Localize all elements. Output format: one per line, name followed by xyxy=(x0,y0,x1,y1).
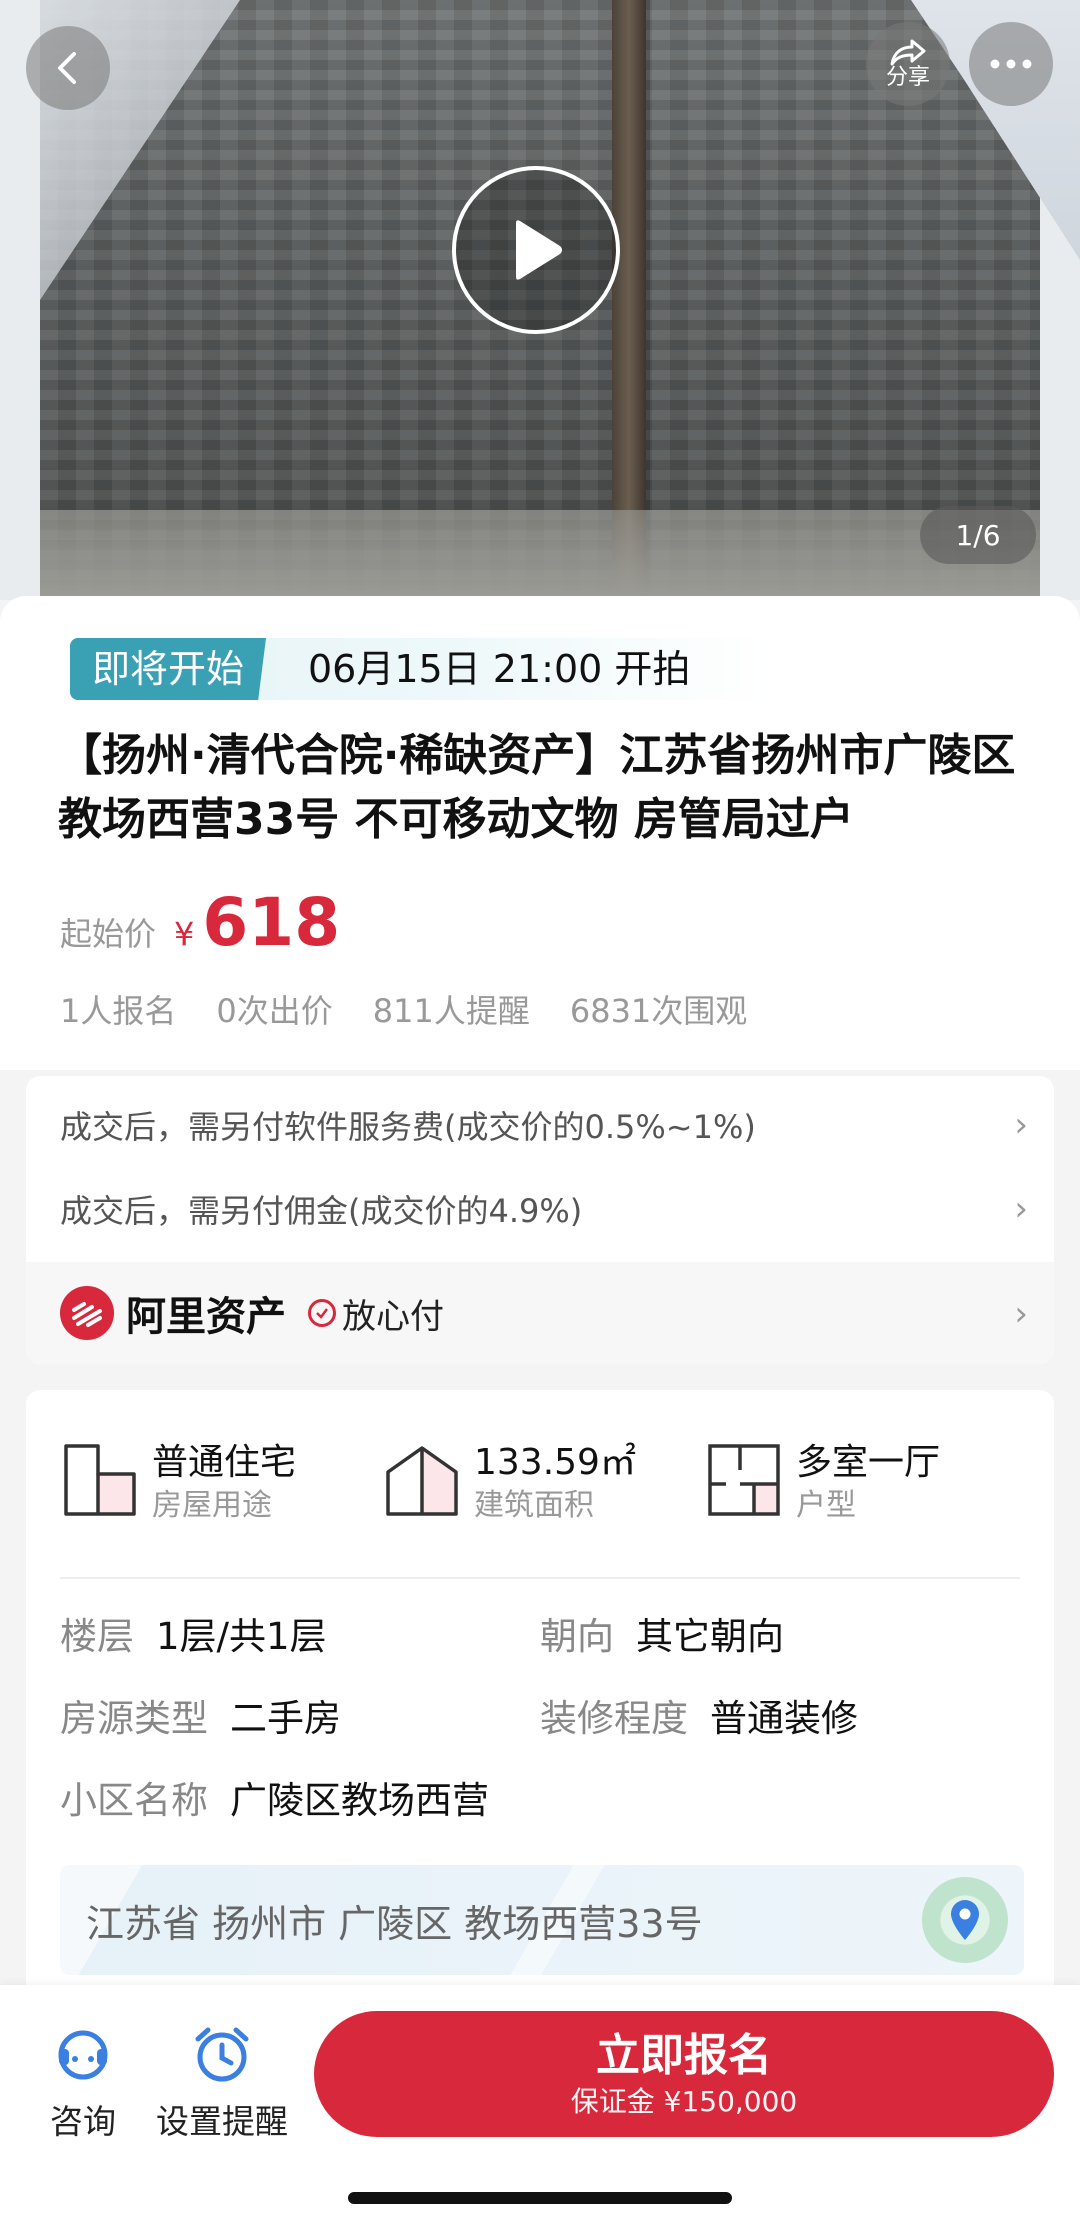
attr-decoration: 装修程度 普通装修 xyxy=(540,1694,858,1744)
attr-value: 二手房 xyxy=(230,1697,341,1740)
currency-symbol: ¥ xyxy=(174,915,195,953)
secure-pay-tag: 放心付 xyxy=(342,1296,444,1337)
address-text: 江苏省 扬州市 广陵区 教场西营33号 xyxy=(86,1901,703,1946)
feature-value: 多室一厅 xyxy=(796,1442,941,1483)
listing-title: 【扬州·清代合院·稀缺资产】江苏省扬州市广陵区教场西营33号 不可移动文物 房管… xyxy=(58,730,1016,845)
attr-key: 房源类型 xyxy=(60,1697,208,1740)
back-button[interactable] xyxy=(26,26,110,110)
photo-counter: 1/6 xyxy=(920,506,1036,564)
feature-usage: 普通住宅 房屋用途 xyxy=(60,1440,296,1540)
alarm-clock-icon xyxy=(195,2027,249,2082)
stat-bids: 0次出价 xyxy=(216,992,333,1030)
auction-status-row: 即将开始 06月15日 21:00 开拍 xyxy=(70,638,770,700)
divider xyxy=(60,1577,1020,1579)
share-label: 分享 xyxy=(885,65,930,90)
auction-start-time: 06月15日 21:00 开拍 xyxy=(308,647,691,691)
ali-assets-logo-icon xyxy=(60,1286,114,1340)
headset-icon xyxy=(58,2030,108,2080)
feature-value: 133.59㎡ xyxy=(474,1442,636,1483)
more-icon xyxy=(990,59,1032,69)
attr-community: 小区名称 广陵区教场西营 xyxy=(60,1776,489,1826)
chevron-right-icon: › xyxy=(1014,1294,1028,1334)
ali-assets-row[interactable]: 阿里资产 放心付 › xyxy=(26,1262,1054,1364)
price-label: 起始价 xyxy=(60,915,157,953)
consult-label: 咨询 xyxy=(50,2102,116,2141)
chevron-right-icon: › xyxy=(1014,1105,1028,1145)
stat-registrations: 1人报名 xyxy=(60,992,177,1030)
consult-button[interactable]: 咨询 xyxy=(50,2025,116,2143)
share-icon xyxy=(890,39,926,66)
starting-price-row: 起始价 ¥ 618 xyxy=(60,884,340,964)
property-details-card: 普通住宅 房屋用途 133.59㎡ 建筑面积 多室一厅 户型 楼层 1层/共1层 … xyxy=(26,1390,1054,2000)
attr-value: 普通装修 xyxy=(710,1697,858,1740)
ali-assets-brand: 阿里资产 xyxy=(126,1294,286,1340)
attr-floor: 楼层 1层/共1层 xyxy=(60,1612,327,1662)
play-icon xyxy=(516,220,562,280)
deposit-amount: 保证金 ¥150,000 xyxy=(570,2085,798,2118)
building-icon xyxy=(64,1444,136,1516)
check-circle-icon xyxy=(308,1299,336,1327)
stat-reminders: 811人提醒 xyxy=(372,992,530,1030)
chevron-right-icon: › xyxy=(1014,1189,1028,1229)
commission-text: 成交后，需另付佣金(成交价的4.9%) xyxy=(60,1192,583,1230)
hero-media[interactable]: 分享 1/6 xyxy=(0,0,1080,600)
attr-value: 1层/共1层 xyxy=(156,1615,327,1658)
reminder-label: 设置提醒 xyxy=(156,2102,288,2141)
feature-value: 普通住宅 xyxy=(152,1442,297,1483)
status-badge: 即将开始 xyxy=(70,638,267,700)
set-reminder-button[interactable]: 设置提醒 xyxy=(156,2025,288,2143)
attr-key: 装修程度 xyxy=(540,1697,688,1740)
attr-listing-type: 房源类型 二手房 xyxy=(60,1694,341,1744)
attr-key: 楼层 xyxy=(60,1615,134,1658)
register-label: 立即报名 xyxy=(596,2030,772,2081)
service-fee-row[interactable]: 成交后，需另付软件服务费(成交价的0.5%~1%) › xyxy=(60,1090,1028,1160)
photo-ground xyxy=(40,510,1040,600)
feature-area: 133.59㎡ 建筑面积 xyxy=(382,1440,636,1540)
auction-info-card: 即将开始 06月15日 21:00 开拍 【扬州·清代合院·稀缺资产】江苏省扬州… xyxy=(0,596,1080,1070)
attr-value: 广陵区教场西营 xyxy=(230,1779,489,1822)
auction-stats: 1人报名 0次出价 811人提醒 6831次围观 xyxy=(60,986,787,1032)
stat-views: 6831次围观 xyxy=(569,992,748,1030)
feature-label: 房屋用途 xyxy=(152,1488,272,1523)
commission-row[interactable]: 成交后，需另付佣金(成交价的4.9%) › xyxy=(60,1174,1028,1244)
feature-layout: 多室一厅 户型 xyxy=(704,1440,940,1540)
more-button[interactable] xyxy=(969,22,1053,106)
house-icon xyxy=(386,1446,458,1516)
home-indicator xyxy=(348,2192,732,2204)
bottom-action-bar: 咨询 设置提醒 立即报名 保证金 ¥150,000 xyxy=(0,1985,1080,2223)
share-button[interactable]: 分享 xyxy=(866,22,950,106)
attr-key: 朝向 xyxy=(540,1615,614,1658)
service-fee-text: 成交后，需另付软件服务费(成交价的0.5%~1%) xyxy=(60,1108,756,1146)
back-arrow-icon xyxy=(58,52,76,84)
floorplan-icon xyxy=(708,1444,780,1516)
starting-price: 618 xyxy=(202,884,341,961)
fees-card: 成交后，需另付软件服务费(成交价的0.5%~1%) › 成交后，需另付佣金(成交… xyxy=(26,1076,1054,1364)
feature-label: 户型 xyxy=(796,1488,856,1523)
map-pin-icon[interactable] xyxy=(922,1877,1008,1963)
feature-label: 建筑面积 xyxy=(474,1488,594,1523)
play-video-button[interactable] xyxy=(452,166,620,334)
attr-key: 小区名称 xyxy=(60,1779,208,1822)
attr-value: 其它朝向 xyxy=(636,1615,784,1658)
address-map-bar[interactable]: 江苏省 扬州市 广陵区 教场西营33号 xyxy=(60,1865,1024,1975)
register-now-button[interactable]: 立即报名 保证金 ¥150,000 xyxy=(314,2011,1054,2137)
attr-orientation: 朝向 其它朝向 xyxy=(540,1612,784,1662)
